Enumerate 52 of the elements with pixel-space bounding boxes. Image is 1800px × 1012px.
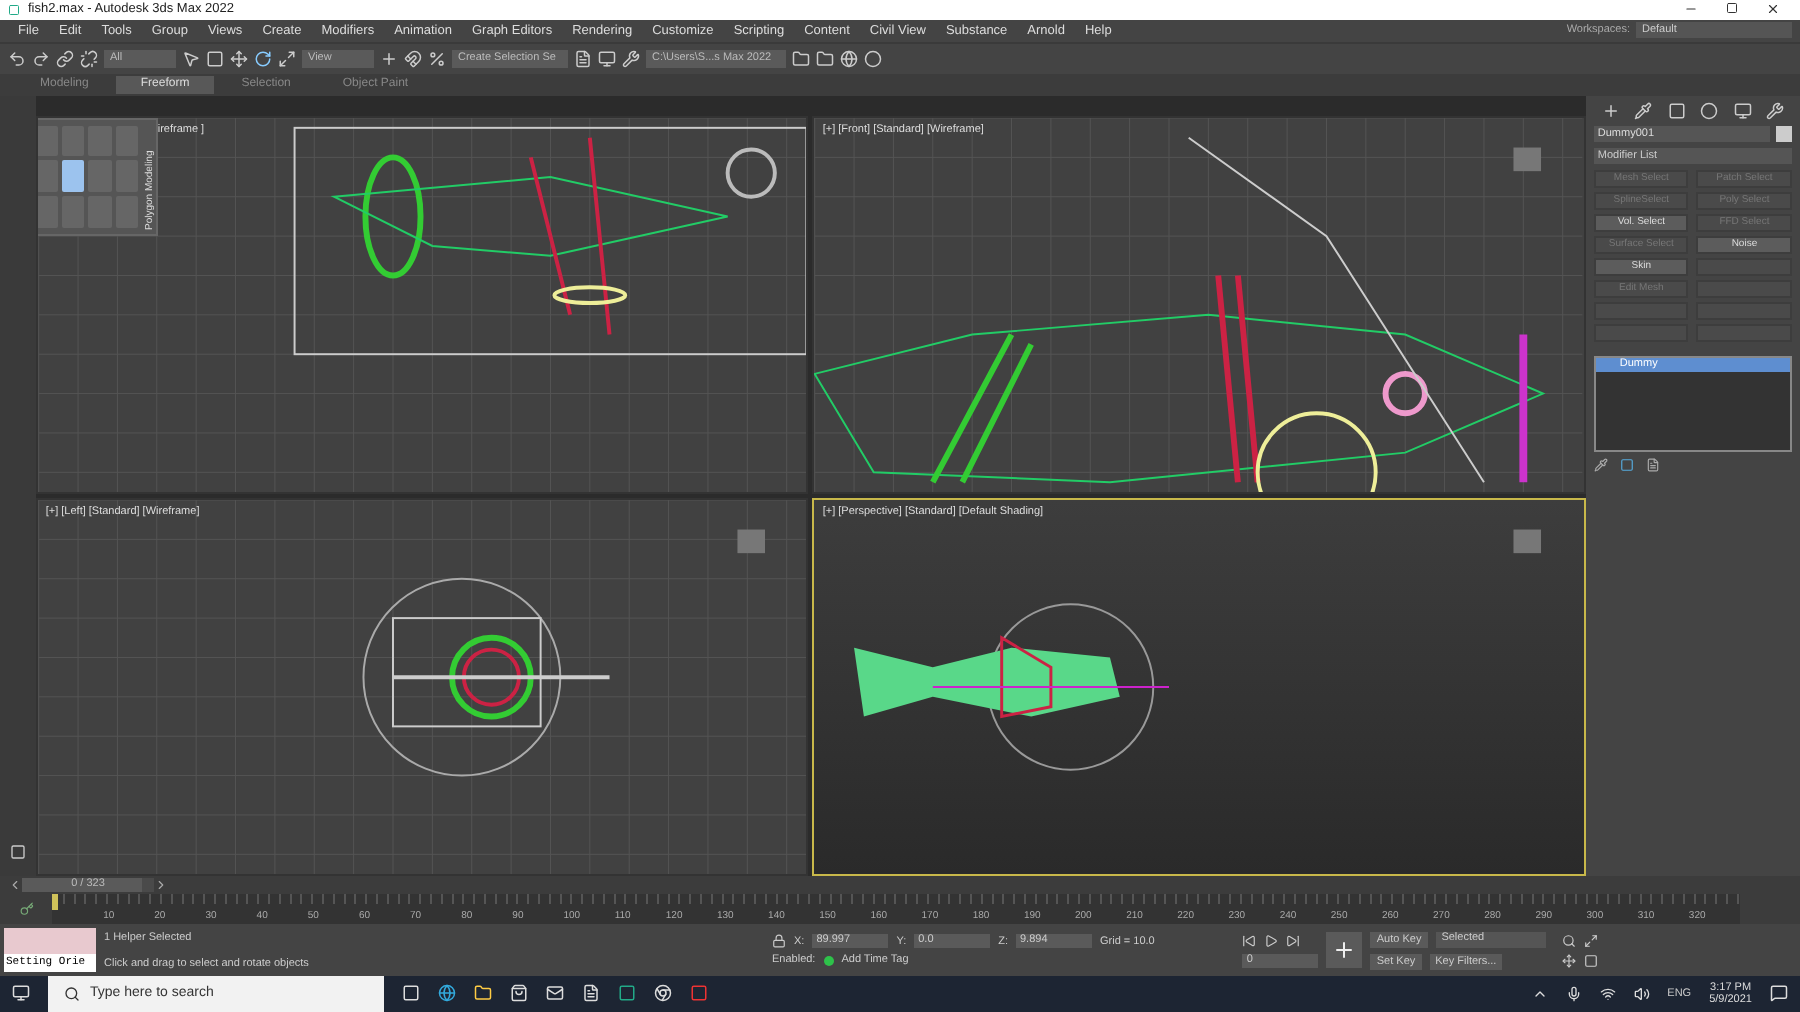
link-icon[interactable] — [56, 49, 74, 68]
select-icon[interactable] — [182, 49, 200, 68]
folder-icon[interactable] — [792, 49, 810, 68]
pan-icon[interactable] — [1561, 953, 1576, 968]
lock-icon[interactable] — [772, 934, 786, 949]
mail-icon[interactable] — [546, 984, 564, 1003]
notifications-icon[interactable] — [1770, 984, 1788, 1003]
app-icon — [8, 3, 20, 16]
snap-icon[interactable] — [404, 49, 422, 68]
play-icon[interactable] — [1264, 933, 1279, 948]
folder-icon[interactable] — [816, 49, 834, 68]
search-icon — [64, 985, 80, 1002]
tool-button[interactable] — [62, 160, 85, 192]
previous-icon[interactable] — [8, 877, 22, 892]
folder-icon[interactable] — [474, 984, 492, 1003]
skip-forward-icon[interactable] — [1286, 933, 1301, 948]
unlink-icon[interactable] — [80, 49, 98, 68]
document-icon[interactable] — [582, 984, 600, 1003]
viewcube-icon — [737, 528, 765, 553]
next-icon[interactable] — [154, 877, 168, 892]
key-icon[interactable] — [19, 902, 33, 917]
status-dot — [823, 955, 834, 966]
display-icon[interactable] — [1733, 101, 1752, 120]
store-icon[interactable] — [510, 984, 528, 1003]
app-icon[interactable] — [690, 984, 708, 1003]
restore-icon[interactable] — [1726, 2, 1738, 15]
listener-field[interactable] — [4, 928, 96, 955]
viewcube-icon — [1514, 146, 1542, 171]
tool-icon[interactable] — [622, 49, 640, 68]
redo-icon[interactable] — [32, 49, 50, 68]
undo-icon[interactable] — [8, 49, 26, 68]
create-icon[interactable] — [1601, 101, 1620, 120]
zoom-icon[interactable] — [1561, 933, 1576, 948]
utilities-icon[interactable] — [1766, 101, 1785, 120]
volume-icon[interactable] — [1633, 985, 1650, 1002]
network-icon[interactable] — [1599, 985, 1616, 1002]
globe-icon[interactable] — [840, 49, 858, 68]
color-swatch[interactable] — [1776, 125, 1792, 142]
skip-back-icon[interactable] — [1242, 933, 1257, 948]
scale-icon[interactable] — [278, 49, 296, 68]
close-icon[interactable] — [1766, 2, 1780, 17]
plus-icon[interactable] — [1332, 938, 1357, 963]
circle-icon[interactable] — [864, 49, 882, 68]
percent-snap-icon[interactable] — [428, 49, 446, 68]
app-icon[interactable] — [618, 984, 636, 1003]
time-marker[interactable] — [52, 894, 58, 911]
chrome-icon[interactable] — [654, 984, 672, 1003]
microphone-icon[interactable] — [1565, 985, 1582, 1002]
rotate-icon[interactable] — [254, 49, 272, 68]
browser-icon[interactable] — [438, 984, 456, 1003]
viewcube-icon — [1514, 528, 1542, 553]
move-icon[interactable] — [230, 49, 248, 68]
